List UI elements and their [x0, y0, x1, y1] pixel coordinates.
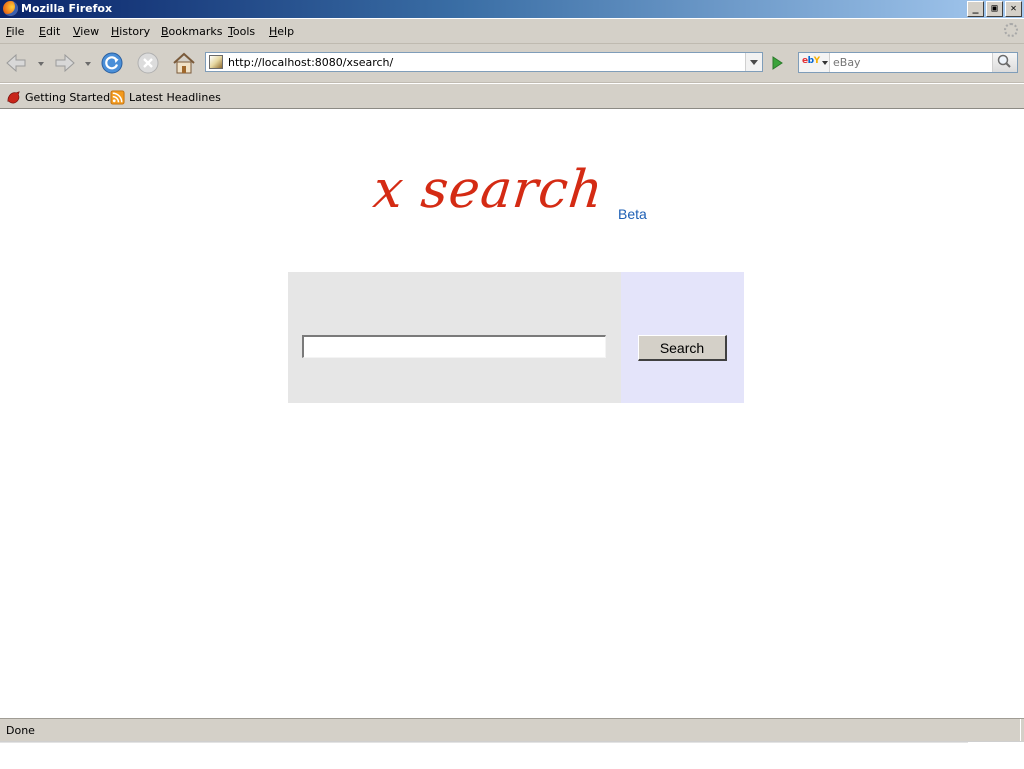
divider [0, 742, 968, 743]
magnifier-icon [997, 54, 1011, 68]
menu-history[interactable]: History [111, 25, 150, 38]
firefox-icon [3, 1, 18, 16]
stop-icon[interactable] [136, 51, 160, 75]
go-arrow-icon[interactable] [768, 54, 786, 72]
menu-file[interactable]: File [6, 25, 24, 38]
window-controls: _ ▣ ✕ [967, 1, 1022, 17]
close-button[interactable]: ✕ [1005, 1, 1022, 17]
home-icon[interactable] [172, 51, 196, 75]
title-bar: Mozilla Firefox _ ▣ ✕ [0, 0, 1024, 18]
forward-arrow-icon[interactable] [52, 51, 76, 75]
search-engine-button[interactable] [992, 53, 1017, 72]
minimize-button[interactable]: _ [967, 1, 984, 17]
search-button[interactable]: Search [638, 335, 727, 361]
ebay-logo-icon: ebY [802, 56, 820, 66]
menu-view[interactable]: View [73, 25, 99, 38]
xsearch-logo: x search [370, 160, 607, 220]
url-input[interactable] [228, 54, 748, 70]
search-engine-input[interactable] [833, 54, 991, 70]
bookmark-getting-started[interactable]: Getting Started [6, 90, 110, 105]
menu-bookmarks[interactable]: Bookmarks [161, 25, 222, 38]
status-divider [1020, 719, 1024, 741]
window-title: Mozilla Firefox [21, 2, 113, 15]
page-favicon-icon [209, 55, 223, 69]
bookmark-latest-headlines[interactable]: Latest Headlines [110, 90, 221, 105]
chevron-down-icon [822, 61, 828, 65]
bookmark-label: Getting Started [25, 91, 111, 104]
back-arrow-icon[interactable] [5, 51, 29, 75]
taskbar-area [0, 741, 1024, 769]
search-engine-selector[interactable]: ebY [799, 53, 830, 72]
menu-help[interactable]: Help [269, 25, 294, 38]
status-bar: Done [0, 718, 1024, 741]
address-bar [205, 52, 763, 72]
search-input[interactable] [302, 335, 606, 358]
menu-tools[interactable]: Tools [228, 25, 255, 38]
firefox-bookmark-icon [7, 91, 20, 104]
status-text: Done [6, 724, 35, 737]
reload-icon[interactable] [100, 51, 124, 75]
restore-button[interactable]: ▣ [986, 1, 1003, 17]
bookmark-label: Latest Headlines [129, 91, 221, 104]
menu-edit[interactable]: Edit [39, 25, 60, 38]
throbber-icon [1004, 23, 1018, 37]
rss-feed-icon [110, 90, 125, 105]
bookmarks-toolbar: Getting Started Latest Headlines [0, 84, 1024, 109]
url-history-dropdown[interactable] [745, 53, 762, 71]
beta-label: Beta [618, 206, 647, 222]
forward-history-dropdown[interactable] [85, 62, 91, 66]
back-history-dropdown[interactable] [38, 62, 44, 66]
menu-bar: File Edit View History Bookmarks Tools H… [0, 19, 1024, 44]
search-engine-box: ebY [798, 52, 1018, 73]
